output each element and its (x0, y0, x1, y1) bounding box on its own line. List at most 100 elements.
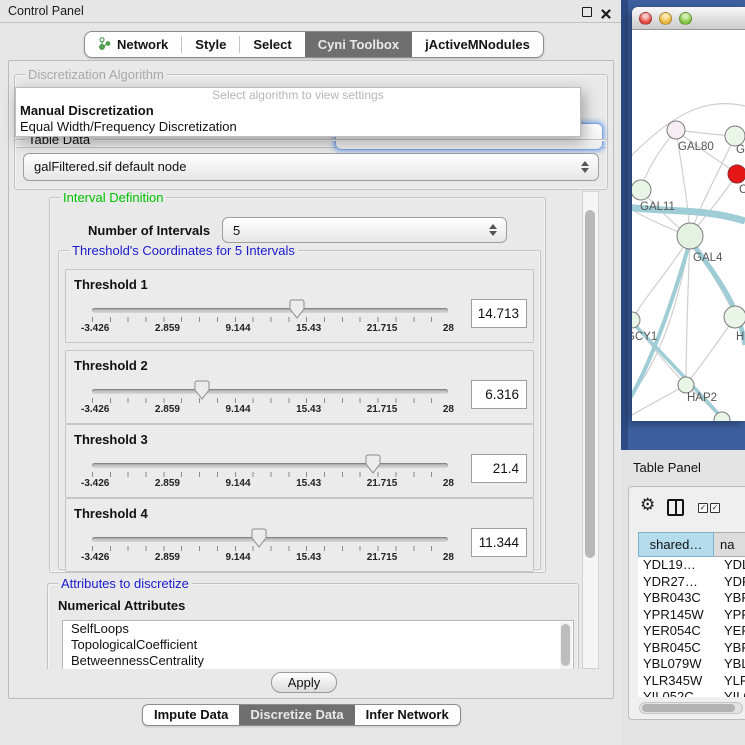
apply-button[interactable]: Apply (271, 672, 337, 693)
node-label: GAL80 (678, 141, 714, 153)
attributes-group: Attributes to discretize Numerical Attri… (47, 583, 579, 669)
settings-scroll-viewport: Interval Definition Number of Intervals … (14, 191, 581, 669)
threshold-2-box: Threshold 2 -3.4262.8599.14415.4321.7152… (65, 350, 534, 424)
interval-group-title: Interval Definition (60, 191, 166, 205)
network-node (725, 126, 745, 146)
tab-jactivemnodules[interactable]: jActiveMNodules (412, 32, 543, 57)
table-row[interactable]: YPR145WYPR145W (638, 607, 745, 624)
scrollbar-thumb[interactable] (642, 704, 735, 712)
network-node (632, 180, 651, 200)
gear-icon[interactable]: ⚙ (640, 495, 655, 515)
threshold-2-value-field[interactable]: 6.316 (471, 380, 527, 409)
checkbox-icon: ✓ (710, 503, 720, 513)
tab-select[interactable]: Select (240, 32, 304, 57)
table-row[interactable]: YDL19…YDL19 (638, 557, 745, 574)
network-window-titlebar[interactable] (632, 7, 745, 30)
algorithm-option-manual[interactable]: Manual Discretization (16, 103, 580, 119)
slider-thumb[interactable] (194, 380, 210, 400)
number-of-intervals-combobox[interactable]: 5 (222, 217, 507, 243)
threshold-1-slider[interactable]: -3.4262.8599.14415.4321.71528 (92, 304, 448, 338)
minimize-traffic-light-icon[interactable] (659, 12, 672, 25)
node-label: GAL4 (693, 252, 723, 264)
algorithm-group-title: Discretization Algorithm (25, 67, 167, 82)
slider-track[interactable] (92, 308, 448, 313)
slider-thumb[interactable] (251, 528, 267, 548)
threshold-3-slider[interactable]: -3.4262.8599.14415.4321.71528 (92, 459, 448, 493)
tab-network-label: Network (117, 37, 168, 52)
scrollbar-thumb[interactable] (585, 210, 595, 558)
threshold-2-slider[interactable]: -3.4262.8599.14415.4321.71528 (92, 385, 448, 419)
network-node (677, 223, 703, 249)
window-shadow-strip (621, 0, 628, 450)
threshold-1-box: Threshold 1 -3.4262.8599.14415.4321.7152… (65, 269, 534, 343)
slider-ticks (92, 317, 449, 322)
columns-icon[interactable] (667, 499, 684, 516)
threshold-4-box: Threshold 4 -3.4262.8599.14415.4321.7152… (65, 498, 534, 572)
control-panel: Control Panel Network Style Select Cyni … (0, 0, 621, 745)
scrollbar-thumb[interactable] (561, 624, 570, 666)
list-item[interactable]: BetweennessCentrality (63, 653, 573, 669)
tab-impute-data[interactable]: Impute Data (143, 705, 239, 725)
slider-track[interactable] (92, 389, 448, 394)
column-header-shared-name[interactable]: shared… (638, 532, 714, 557)
threshold-3-box: Threshold 3 -3.4262.8599.14415.4321.7152… (65, 424, 534, 498)
close-icon[interactable] (601, 6, 611, 16)
column-header-name[interactable]: na (714, 532, 745, 557)
slider-track[interactable] (92, 463, 448, 468)
select-columns-checkboxes-icon[interactable]: ✓ ✓ (698, 503, 720, 513)
node-label: HAP2 (687, 392, 717, 404)
algorithm-placeholder-option[interactable]: Select algorithm to view settings (16, 88, 580, 103)
threshold-1-value-field[interactable]: 14.713 (471, 299, 527, 328)
node-label: GAL11 (640, 201, 675, 213)
tab-cyni-toolbox[interactable]: Cyni Toolbox (305, 32, 412, 57)
tab-discretize-data[interactable]: Discretize Data (239, 705, 354, 725)
tab-style[interactable]: Style (182, 32, 239, 57)
network-node-selected (728, 165, 745, 183)
table-row[interactable]: YBR045CYBR045C (638, 640, 745, 657)
table-row[interactable]: YBR043CYBR043C (638, 590, 745, 607)
desktop-background: GAL80 GA C GAL11 GAL4 GCY1 H HAP2 (621, 0, 745, 450)
algorithm-option-equal-width[interactable]: Equal Width/Frequency Discretization (16, 119, 580, 135)
numerical-attributes-list: SelfLoops TopologicalCoefficient Between… (62, 620, 574, 669)
network-node (667, 121, 685, 139)
slider-thumb[interactable] (365, 454, 381, 474)
table-row[interactable]: YDR27…YDR27 (638, 574, 745, 591)
zoom-traffic-light-icon[interactable] (679, 12, 692, 25)
table-panel-title: Table Panel (633, 460, 701, 475)
float-window-icon[interactable] (582, 7, 592, 17)
table-row[interactable]: YBL079WYBL079W (638, 656, 745, 673)
combo-stepper-icon (581, 161, 589, 173)
threshold-3-value-field[interactable]: 21.4 (471, 454, 527, 483)
network-canvas[interactable]: GAL80 GA C GAL11 GAL4 GCY1 H HAP2 (632, 29, 745, 421)
slider-thumb[interactable] (289, 299, 305, 319)
threshold-4-slider[interactable]: -3.4262.8599.14415.4321.71528 (92, 533, 448, 567)
node-label: C (739, 184, 745, 196)
bottom-tabbar: Impute Data Discretize Data Infer Networ… (142, 704, 461, 726)
table-header: shared… na (638, 532, 745, 557)
list-item[interactable]: SelfLoops (63, 621, 573, 637)
network-node (632, 312, 640, 328)
list-scrollbar[interactable] (560, 622, 572, 669)
table-row[interactable]: YIL052CYIL052C (638, 689, 745, 697)
table-data-combobox[interactable]: galFiltered.sif default node (23, 153, 599, 181)
tab-infer-network[interactable]: Infer Network (355, 705, 460, 725)
slider-ticks (92, 546, 449, 551)
node-label: GCY1 (632, 331, 657, 343)
control-panel-titlebar: Control Panel (0, 0, 621, 23)
close-traffic-light-icon[interactable] (639, 12, 652, 25)
table-row[interactable]: YLR345WYLR345W (638, 673, 745, 690)
tab-network[interactable]: Network (85, 32, 181, 57)
slider-ticks (92, 472, 449, 477)
attributes-group-title: Attributes to discretize (58, 576, 192, 591)
number-of-intervals-label: Number of Intervals (88, 223, 210, 238)
table-horizontal-scrollbar[interactable] (639, 702, 743, 714)
threshold-4-value-field[interactable]: 11.344 (471, 528, 527, 557)
panel-vertical-scrollbar[interactable] (582, 191, 599, 669)
list-item[interactable]: TopologicalCoefficient (63, 637, 573, 653)
algorithm-dropdown-popup: Select algorithm to view settings Manual… (15, 87, 581, 137)
node-label: GA (736, 144, 745, 156)
slider-track[interactable] (92, 537, 448, 542)
table-row[interactable]: YER054CYER054C (638, 623, 745, 640)
network-window: GAL80 GA C GAL11 GAL4 GCY1 H HAP2 (632, 7, 745, 421)
network-node (678, 377, 694, 393)
